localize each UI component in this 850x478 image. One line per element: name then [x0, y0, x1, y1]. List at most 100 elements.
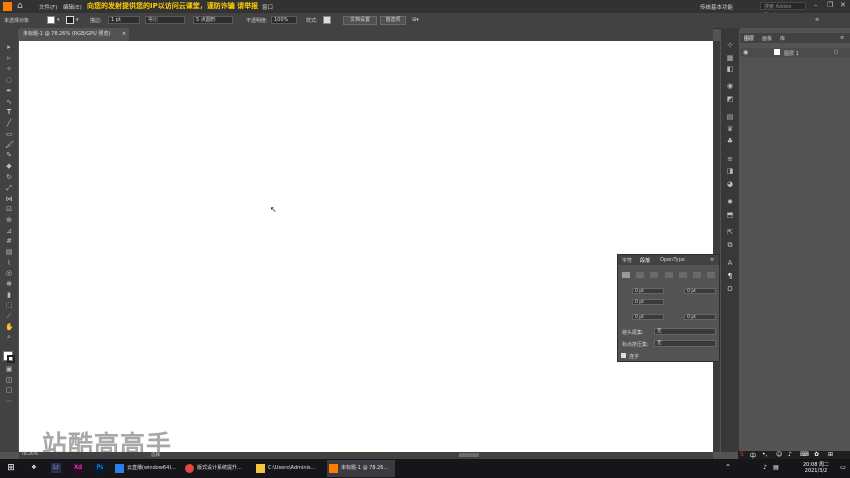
pathfinder-icon[interactable]: ◧ [726, 66, 734, 73]
transparency-icon[interactable]: ◕ [726, 181, 734, 188]
screen-mode-icon[interactable]: ▢ [5, 387, 13, 394]
right-indent-field[interactable]: 0 pt [684, 288, 716, 294]
speaker-icon[interactable]: ♪ [760, 463, 770, 473]
avoid-head-select[interactable]: 无 [654, 328, 716, 335]
perspective-grid-tool-icon[interactable]: ⊿ [5, 228, 13, 235]
eyedropper-tool-icon[interactable]: ⌇ [5, 260, 13, 267]
brushes-icon[interactable]: ♛ [726, 126, 734, 133]
swatches-icon[interactable]: ▤ [726, 114, 734, 121]
more-tools-icon[interactable]: ⋯ [5, 398, 13, 405]
ps-app-icon[interactable]: Ps [95, 463, 105, 473]
mesh-tool-icon[interactable]: # [5, 238, 13, 245]
gradient-icon[interactable]: ◨ [726, 168, 734, 175]
stroke-icon[interactable]: ≡ [726, 156, 734, 163]
paintbrush-tool-icon[interactable]: 🖌 [5, 142, 14, 149]
color-icon[interactable]: ◉ [726, 83, 734, 90]
first-line-indent-field[interactable]: 0 pt [632, 299, 664, 305]
artboards-icon[interactable]: ⧉ [726, 242, 734, 249]
justify-right-icon[interactable] [693, 272, 701, 278]
windows-start-icon[interactable]: ⊞ [6, 463, 16, 473]
tray-expand-icon[interactable]: ^ [722, 463, 734, 473]
fill-swatch[interactable] [47, 16, 55, 24]
arrange-icon[interactable]: ⊞▾ [412, 17, 419, 23]
color-mode-icon[interactable]: ▣ [5, 366, 13, 373]
xd-app-icon[interactable]: Xd [73, 463, 83, 473]
zoom-tool-icon[interactable]: ⌕ [5, 334, 13, 341]
width-tool-icon[interactable]: ⋈ [5, 196, 13, 203]
toolbox-icon[interactable]: ⊞ [828, 451, 833, 458]
chevron-down-icon[interactable]: ▾ [76, 17, 79, 23]
tab-layers[interactable]: 图层 [744, 35, 754, 42]
menu-file[interactable]: 文件(F) [39, 3, 57, 11]
justify-all-icon[interactable] [707, 272, 715, 278]
appearance-icon[interactable]: ✹ [726, 199, 734, 206]
line-tool-icon[interactable]: ╱ [5, 120, 13, 127]
vertical-scrollbar[interactable] [713, 41, 720, 452]
graphic-styles-icon[interactable]: ⬒ [726, 212, 734, 219]
task-view-icon[interactable]: ❖ [29, 463, 39, 473]
eraser-tool-icon[interactable]: ◆ [5, 163, 13, 170]
keyboard-icon[interactable]: ⌨ [800, 451, 809, 458]
taskbar-app-livestream[interactable]: 云直播(window64)... [113, 460, 181, 477]
doc-setup-button[interactable]: 文档设置 [343, 16, 377, 25]
maximize-icon[interactable]: ❐ [827, 1, 833, 9]
transform-icon[interactable]: ⊹ [726, 42, 734, 49]
preferences-button[interactable]: 首选项 [380, 16, 406, 25]
curvature-tool-icon[interactable]: ∿ [5, 99, 13, 106]
align-center-icon[interactable] [636, 272, 644, 278]
magic-wand-tool-icon[interactable]: ✧ [5, 66, 13, 73]
graph-tool-icon[interactable]: ▮ [5, 292, 13, 299]
align-left-icon[interactable] [622, 272, 630, 278]
horizontal-scrollbar[interactable] [459, 453, 479, 457]
artboard-canvas[interactable] [19, 41, 713, 452]
menu-window[interactable]: 窗口 [262, 3, 273, 11]
stroke-profile-select[interactable]: 等比 [145, 16, 185, 24]
target-icon[interactable]: ○ [834, 49, 838, 55]
left-indent-field[interactable]: 0 pt [632, 288, 664, 294]
close-icon[interactable]: ✕ [840, 1, 846, 9]
lr-app-icon[interactable]: Lr [51, 463, 61, 473]
tab-opentype[interactable]: OpenType [660, 257, 685, 263]
blend-tool-icon[interactable]: ◎ [5, 270, 13, 277]
free-transform-tool-icon[interactable]: ⊡ [5, 206, 13, 213]
align-right-icon[interactable] [650, 272, 658, 278]
tab-character[interactable]: 字符 [622, 257, 632, 264]
workspace-switcher[interactable]: 传统基本功能 [700, 3, 733, 11]
sogou-icon[interactable]: S [740, 451, 744, 458]
shape-builder-tool-icon[interactable]: ⊕ [5, 217, 13, 224]
character-icon[interactable]: A [726, 260, 734, 267]
clock[interactable]: 20:08 周二 2021/3/2 [796, 462, 836, 474]
taskbar-app-chrome[interactable]: 版式设计系统提升... [183, 460, 251, 477]
taskbar-app-illustrator[interactable]: 未标题-1 @ 78.26... [327, 460, 395, 477]
opacity-field[interactable]: 100% [271, 16, 297, 24]
symbol-sprayer-tool-icon[interactable]: ❋ [5, 281, 13, 288]
opentype-icon[interactable]: O [726, 286, 734, 293]
home-icon[interactable]: ⌂ [17, 1, 25, 11]
skin-icon[interactable]: ✿ [814, 451, 819, 458]
tab-artboards[interactable]: 画板 [762, 35, 772, 42]
panel-menu-icon[interactable]: ≡ [840, 35, 844, 41]
rotate-tool-icon[interactable]: ↻ [5, 174, 13, 181]
style-swatch[interactable] [323, 16, 331, 24]
type-tool-icon[interactable]: T [5, 109, 13, 116]
pencil-tool-icon[interactable]: ✎ [5, 152, 13, 159]
zoom-field[interactable]: 78.26% [21, 452, 38, 457]
stroke-color-icon[interactable] [7, 355, 15, 363]
space-before-field[interactable]: 0 pt [632, 314, 664, 320]
close-icon[interactable]: × [122, 28, 126, 41]
brush-select[interactable]: 5 点圆形 [193, 16, 233, 24]
layer-name[interactable]: 图层 1 [784, 50, 799, 57]
minimize-icon[interactable]: – [814, 1, 818, 9]
taskbar-app-explorer[interactable]: C:\Users\Adminis... [254, 460, 324, 477]
stroke-swatch[interactable] [66, 16, 74, 24]
space-after-field[interactable]: 0 pt [684, 314, 716, 320]
panel-menu-icon[interactable]: ≡ [815, 17, 819, 23]
color-guide-icon[interactable]: ◩ [726, 96, 734, 103]
punctuation-select[interactable]: 无 [654, 340, 716, 347]
pen-tool-icon[interactable]: ✒ [5, 88, 13, 95]
direct-selection-tool-icon[interactable]: ▹ [5, 55, 13, 62]
stock-search-input[interactable]: 搜索 Adobe Stock [760, 2, 806, 18]
draw-mode-icon[interactable]: ◫ [5, 377, 13, 384]
paragraph-icon[interactable]: ¶ [726, 273, 734, 280]
gradient-tool-icon[interactable]: ▤ [5, 249, 13, 256]
